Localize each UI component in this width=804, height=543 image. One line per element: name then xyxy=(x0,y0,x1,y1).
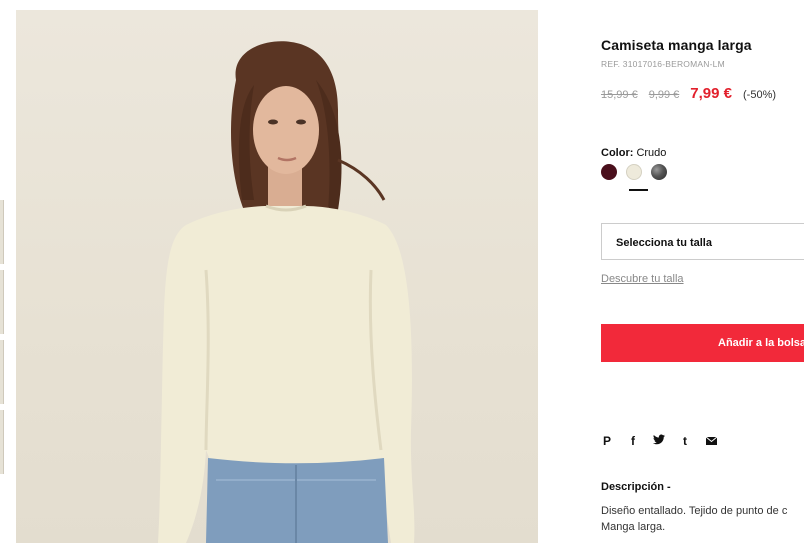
size-guide-link[interactable]: Descubre tu talla xyxy=(601,273,684,285)
thumbnail[interactable] xyxy=(0,270,4,334)
tumblr-icon[interactable]: t xyxy=(679,434,691,448)
product-title: Camiseta manga larga xyxy=(601,37,752,53)
color-swatches xyxy=(601,164,667,180)
color-selected: Crudo xyxy=(636,147,667,159)
product-reference: REF. 31017016-BEROMAN-LM xyxy=(601,59,725,69)
pinterest-icon[interactable]: P xyxy=(601,434,613,448)
description-line: Diseño entallado. Tejido de punto de c xyxy=(601,505,788,517)
thumbnail-strip xyxy=(0,200,4,480)
previous-price: 9,99 € xyxy=(648,89,680,101)
original-price: 15,99 € xyxy=(601,89,638,101)
description-heading[interactable]: Descripción - xyxy=(601,481,671,493)
facebook-icon[interactable]: f xyxy=(627,434,639,448)
product-info-panel: Camiseta manga larga REF. 31017016-BEROM… xyxy=(601,0,804,543)
model-illustration xyxy=(158,41,415,543)
color-swatch-crudo[interactable] xyxy=(626,164,642,180)
add-to-bag-button[interactable]: Añadir a la bolsa xyxy=(601,324,804,362)
color-label: Color: xyxy=(601,147,634,159)
size-select[interactable]: Selecciona tu talla xyxy=(601,223,804,260)
selected-swatch-indicator xyxy=(629,189,648,191)
mail-icon[interactable] xyxy=(705,434,717,448)
thumbnail[interactable] xyxy=(0,200,4,264)
description-text: Diseño entallado. Tejido de punto de c M… xyxy=(601,503,787,535)
thumbnail[interactable] xyxy=(0,340,4,404)
description-line: Manga larga. xyxy=(601,521,666,533)
discount-badge: (-50%) xyxy=(743,89,777,101)
twitter-icon[interactable] xyxy=(653,434,665,448)
product-image[interactable] xyxy=(16,10,538,543)
thumbnail[interactable] xyxy=(0,410,4,474)
color-swatch-burgundy[interactable] xyxy=(601,164,617,180)
share-icons: P f t xyxy=(601,434,717,448)
current-price: 7,99 € xyxy=(690,85,733,102)
color-swatch-grey[interactable] xyxy=(651,164,667,180)
price-block: 15,99 € 9,99 € 7,99 € (-50%) xyxy=(601,85,776,102)
color-label-row: Color: Crudo xyxy=(601,147,666,159)
